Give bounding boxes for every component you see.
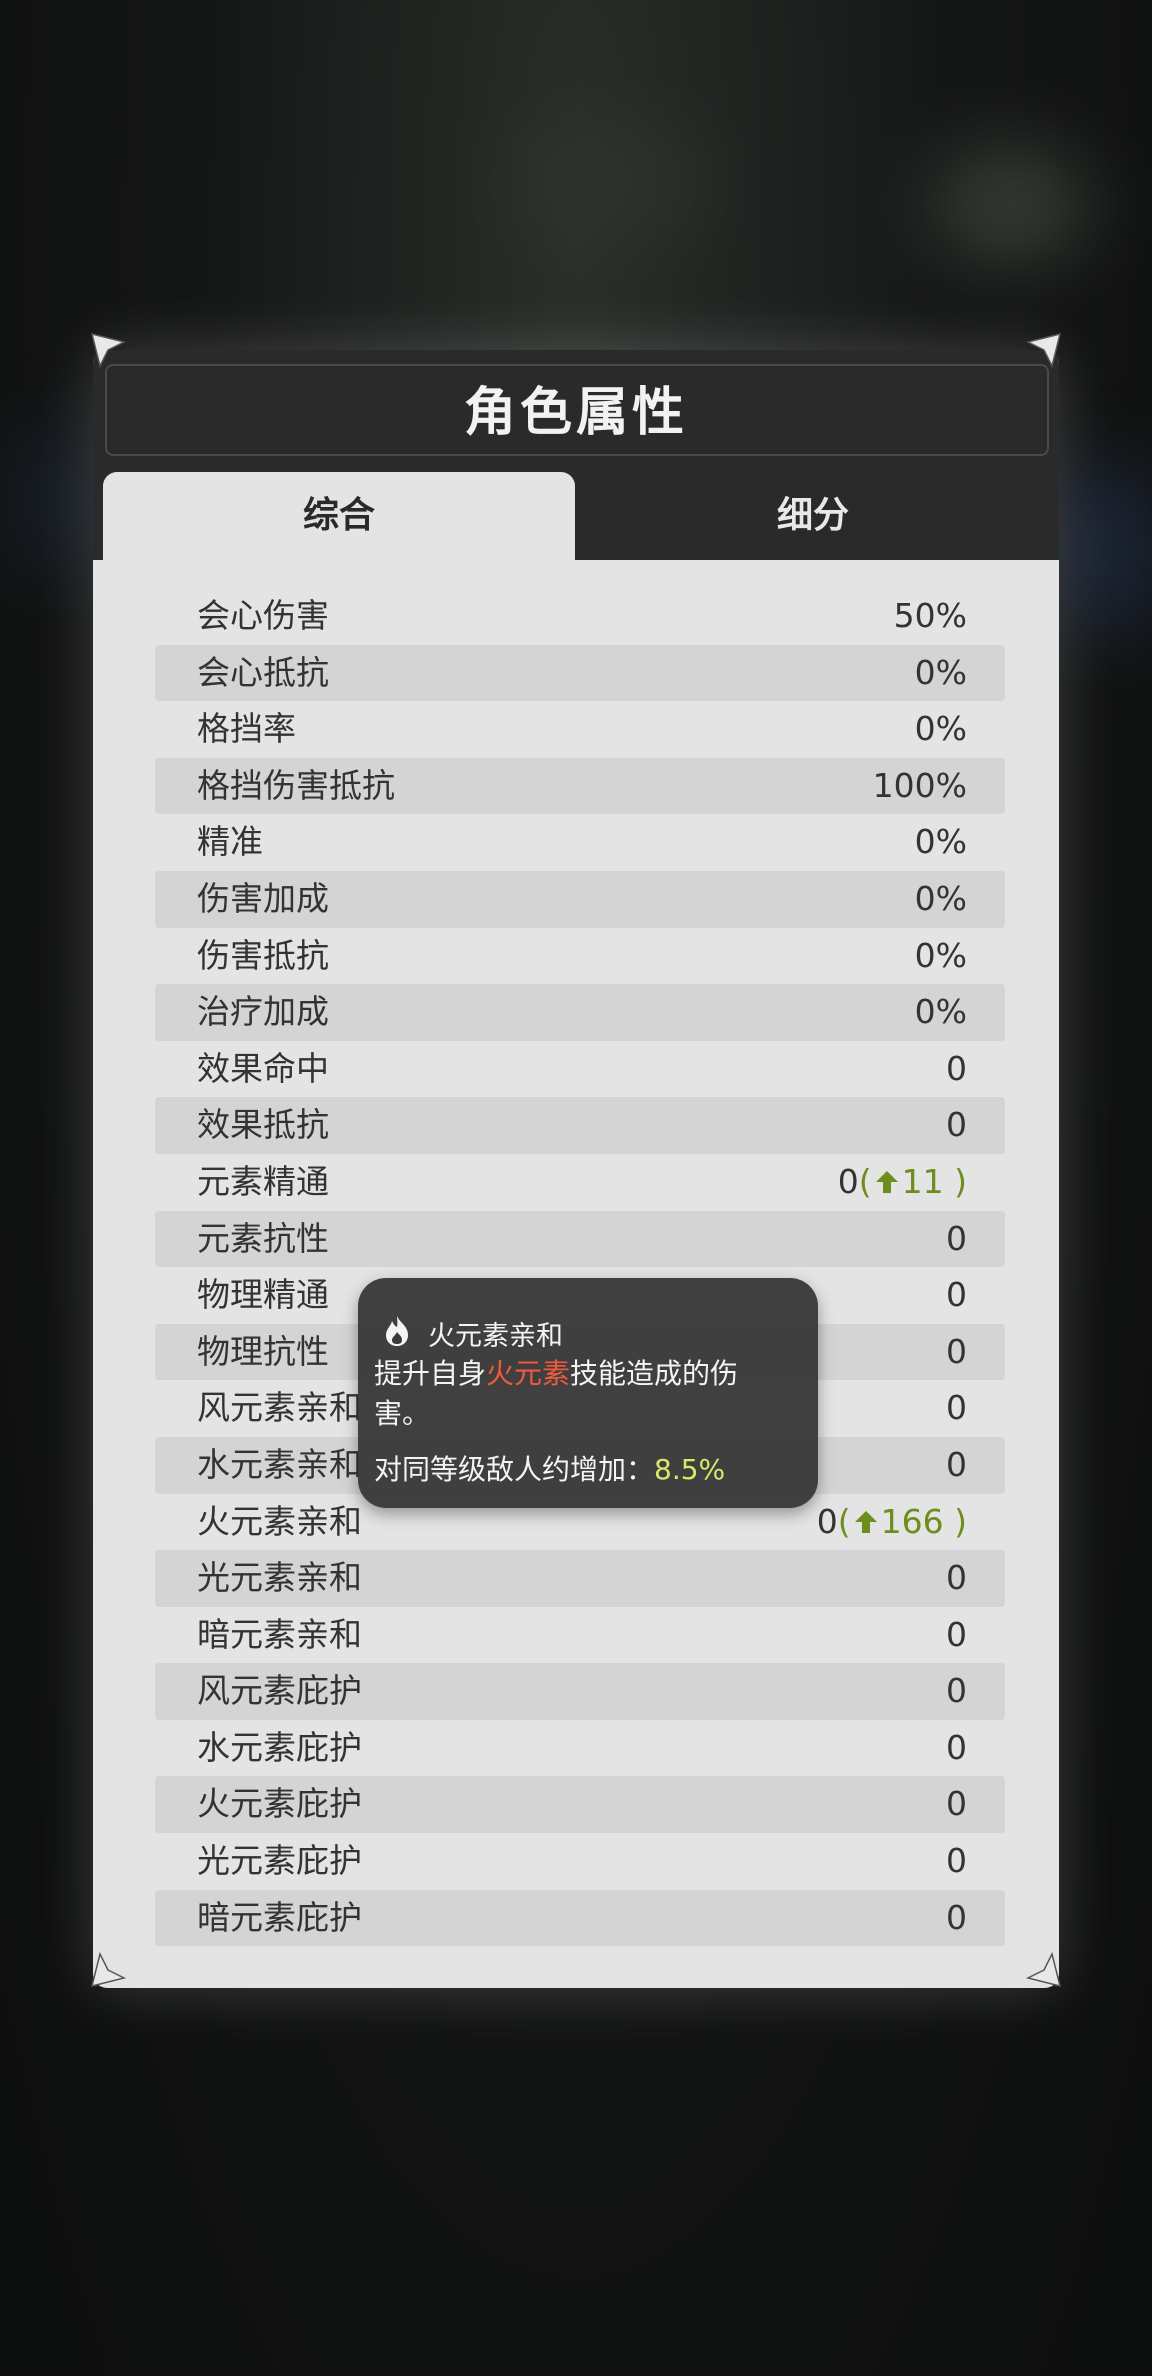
stat-label: 治疗加成 xyxy=(197,992,329,1032)
stat-value: 0 xyxy=(946,1558,967,1598)
fire-element-highlight: 火元素 xyxy=(486,1357,571,1390)
stat-label: 火元素庇护 xyxy=(197,1784,362,1824)
stat-row[interactable]: 效果抵抗 0 xyxy=(155,1097,1005,1154)
stat-label: 水元素亲和 xyxy=(197,1444,362,1484)
stat-value: 0 xyxy=(946,1671,967,1711)
stat-label: 暗元素亲和 xyxy=(197,1614,362,1654)
stat-row[interactable]: 效果命中 0 xyxy=(155,1041,1005,1098)
bg-blur-blob xyxy=(930,150,1090,260)
up-arrow-icon xyxy=(875,1170,898,1193)
bg-blur-blob xyxy=(500,120,720,240)
stat-row[interactable]: 格挡伤害抵抗 100% xyxy=(155,757,1005,815)
tab-detail[interactable]: 细分 xyxy=(577,472,1049,560)
stat-row[interactable]: 风元素庇护 0 xyxy=(155,1663,1005,1720)
stat-row[interactable]: 格挡率 0% xyxy=(155,701,1005,758)
stat-value: 0% xyxy=(914,935,967,975)
stat-row[interactable]: 会心伤害 50% xyxy=(155,588,1005,645)
stat-row[interactable]: 水元素庇护 0 xyxy=(155,1720,1005,1777)
stat-row[interactable]: 伤害抵抗 0% xyxy=(155,928,1005,985)
stat-label: 光元素亲和 xyxy=(197,1558,362,1598)
stat-row[interactable]: 暗元素庇护 0 xyxy=(155,1889,1005,1947)
stat-label: 暗元素庇护 xyxy=(197,1897,362,1937)
stat-value: 0 xyxy=(946,1784,967,1824)
tooltip-title: 火元素亲和 xyxy=(428,1321,563,1352)
stat-label: 元素抗性 xyxy=(197,1218,329,1258)
stat-row[interactable]: 会心抵抗 0% xyxy=(155,644,1005,702)
stat-label: 效果命中 xyxy=(197,1048,329,1088)
stat-row[interactable]: 元素抗性 0 xyxy=(155,1210,1005,1268)
stat-label: 精准 xyxy=(197,822,263,862)
stat-value: 0 xyxy=(946,1727,967,1767)
stat-row[interactable]: 火元素庇护 0 xyxy=(155,1776,1005,1834)
stat-label: 风元素亲和 xyxy=(197,1388,362,1428)
tooltip-effect-value: 8.5% xyxy=(654,1453,726,1486)
stat-label: 会心抵抗 xyxy=(197,652,329,692)
stat-label: 格挡伤害抵抗 xyxy=(197,765,395,805)
stat-value: 50% xyxy=(893,596,967,635)
stat-label: 格挡率 xyxy=(197,709,296,749)
corner-ornament-icon xyxy=(1025,332,1062,369)
stat-value: 0 xyxy=(946,1105,967,1145)
stat-row[interactable]: 光元素庇护 0 xyxy=(155,1833,1005,1890)
corner-ornament-icon xyxy=(1025,1951,1062,1988)
stat-value: 0% xyxy=(914,992,967,1032)
stat-label: 物理精通 xyxy=(197,1275,329,1315)
bg-blur-blob xyxy=(1060,460,1150,640)
stat-value: 0 xyxy=(946,1841,967,1881)
stat-label: 物理抗性 xyxy=(197,1331,329,1371)
stat-value: 0% xyxy=(914,709,967,749)
panel-title: 角色属性 xyxy=(463,383,688,443)
stat-label: 光元素庇护 xyxy=(197,1841,362,1881)
stat-label: 元素精通 xyxy=(197,1161,329,1201)
stat-label: 效果抵抗 xyxy=(197,1105,329,1145)
stat-row[interactable]: 伤害加成 0% xyxy=(155,870,1005,928)
stat-label: 水元素庇护 xyxy=(197,1727,362,1767)
corner-ornament-icon xyxy=(90,1951,127,1988)
stat-value: 0(166 ) xyxy=(816,1501,967,1541)
stat-value: 0 xyxy=(946,1444,967,1484)
corner-ornament-icon xyxy=(90,332,127,369)
stat-value: 0 xyxy=(946,1331,967,1371)
bg-blur-blob xyxy=(20,420,100,580)
stat-value: 0% xyxy=(914,652,967,692)
stat-value: 0(11 ) xyxy=(837,1161,967,1201)
stat-value: 0% xyxy=(914,822,967,862)
stat-label: 会心伤害 xyxy=(197,596,329,635)
stat-value: 0 xyxy=(946,1897,967,1937)
tab-overview[interactable]: 综合 xyxy=(103,472,575,560)
stat-value: 0 xyxy=(946,1048,967,1088)
stat-bonus: (11 ) xyxy=(858,1161,967,1201)
stat-tooltip: 火元素亲和 提升自身火元素技能造成的伤害。 对同等级敌人约增加：8.5% xyxy=(358,1278,818,1508)
stat-value: 0 xyxy=(946,1275,967,1315)
stat-row[interactable]: 治疗加成 0% xyxy=(155,984,1005,1041)
tooltip-description: 提升自身火元素技能造成的伤害。 xyxy=(374,1357,739,1430)
stat-bonus: (166 ) xyxy=(837,1501,967,1541)
stat-row[interactable]: 元素精通 0(11 ) xyxy=(155,1154,1005,1211)
stat-value: 0 xyxy=(946,1614,967,1654)
panel-header: 角色属性 综合 细分 xyxy=(93,350,1059,560)
fire-icon xyxy=(382,1314,412,1348)
tooltip-effect-line: 对同等级敌人约增加：8.5% xyxy=(374,1453,726,1486)
stat-row[interactable]: 光元素亲和 0 xyxy=(155,1550,1005,1607)
attributes-panel: 角色属性 综合 细分 会心伤害 50% 会心抵抗 0% 格挡率 0% 格挡伤害抵抗 100% 精… xyxy=(93,350,1059,1988)
stat-label: 伤害加成 xyxy=(197,878,329,918)
stat-label: 伤害抵抗 xyxy=(197,935,329,975)
stat-label: 火元素亲和 xyxy=(197,1501,362,1541)
stat-value: 100% xyxy=(872,765,967,805)
stat-row[interactable]: 暗元素亲和 0 xyxy=(155,1607,1005,1664)
stat-label: 风元素庇护 xyxy=(197,1671,362,1711)
stat-value: 0% xyxy=(914,878,967,918)
stats-list: 会心伤害 50% 会心抵抗 0% 格挡率 0% 格挡伤害抵抗 100% 精准 0% 伤害加成 0% 伤害… xyxy=(155,588,1005,1947)
stat-value: 0 xyxy=(946,1218,967,1258)
stat-value: 0 xyxy=(946,1388,967,1428)
up-arrow-icon xyxy=(854,1510,877,1533)
stat-row[interactable]: 精准 0% xyxy=(155,814,1005,871)
